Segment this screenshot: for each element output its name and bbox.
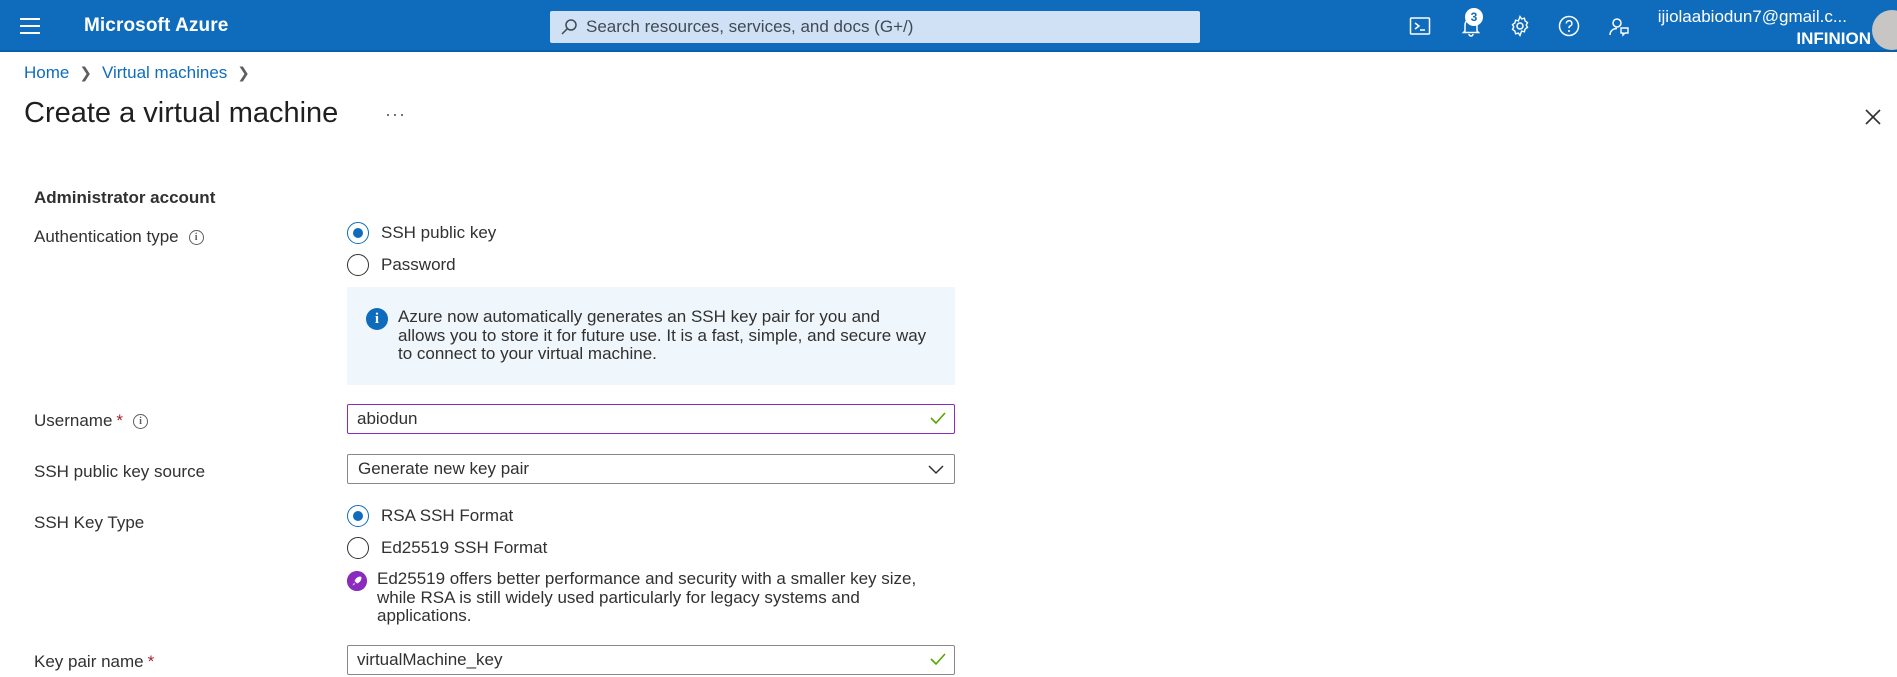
key-pair-name-label: Key pair name * <box>34 652 154 672</box>
close-icon[interactable] <box>1862 106 1884 128</box>
radio-selected-icon <box>347 222 369 244</box>
info-icon[interactable]: i <box>188 229 204 245</box>
key-pair-name-input[interactable] <box>357 646 917 673</box>
radio-password[interactable]: Password <box>347 254 456 276</box>
account-email[interactable]: ijiolaabiodun7@gmail.c... <box>1658 7 1847 27</box>
valid-check-icon <box>930 653 946 666</box>
radio-label: SSH public key <box>381 223 497 242</box>
label-text: SSH public key source <box>34 462 206 481</box>
username-field[interactable] <box>347 404 955 434</box>
feedback-icon[interactable] <box>1607 14 1631 38</box>
username-label: Username * i <box>34 411 149 431</box>
label-text: Key pair name <box>34 652 144 671</box>
radio-ed25519-ssh-format[interactable]: Ed25519 SSH Format <box>347 537 547 559</box>
radio-selected-icon <box>347 505 369 527</box>
breadcrumb: Home ❯ Virtual machines ❯ <box>24 63 260 83</box>
info-text: Azure now automatically generates an SSH… <box>398 307 927 363</box>
chevron-right-icon: ❯ <box>237 65 250 82</box>
radio-unselected-icon <box>347 537 369 559</box>
radio-unselected-icon <box>347 254 369 276</box>
search-icon <box>561 19 577 35</box>
radio-label: RSA SSH Format <box>381 506 514 525</box>
page-title: Create a virtual machine <box>24 97 339 129</box>
search-input[interactable] <box>586 11 1186 43</box>
cloud-shell-icon[interactable] <box>1408 14 1432 38</box>
radio-ssh-public-key[interactable]: SSH public key <box>347 222 496 244</box>
valid-check-icon <box>930 412 946 425</box>
dropdown-value: Generate new key pair <box>358 459 530 478</box>
radio-label: Password <box>381 255 456 274</box>
top-bar: Microsoft Azure 3 ijiolaabiodun7@gmail.c… <box>0 0 1897 52</box>
label-text: SSH Key Type <box>34 513 145 532</box>
required-marker: * <box>116 411 124 430</box>
chevron-right-icon: ❯ <box>79 65 92 82</box>
label-text: Username <box>34 411 113 430</box>
settings-icon[interactable] <box>1508 14 1532 38</box>
key-pair-name-field[interactable] <box>347 645 955 675</box>
help-icon[interactable] <box>1557 14 1581 38</box>
ssh-key-type-label: SSH Key Type <box>34 513 144 533</box>
note-text: Ed25519 offers better performance and se… <box>377 569 917 625</box>
chevron-down-icon <box>928 465 944 475</box>
ssh-info-banner: i Azure now automatically generates an S… <box>347 287 955 385</box>
avatar[interactable] <box>1872 10 1897 50</box>
more-options-button[interactable]: ··· <box>385 104 406 125</box>
radio-rsa-ssh-format[interactable]: RSA SSH Format <box>347 505 513 527</box>
breadcrumb-home[interactable]: Home <box>24 63 69 83</box>
label-text: Authentication type <box>34 227 179 246</box>
required-marker: * <box>147 652 155 671</box>
info-icon[interactable]: i <box>133 413 149 429</box>
authentication-type-label: Authentication type i <box>34 227 204 247</box>
ssh-key-source-label: SSH public key source <box>34 462 205 482</box>
account-org[interactable]: INFINION <box>1796 29 1871 49</box>
brand-title[interactable]: Microsoft Azure <box>84 15 228 37</box>
ssh-key-source-dropdown[interactable]: Generate new key pair <box>347 454 955 484</box>
info-icon: i <box>366 308 388 330</box>
radio-label: Ed25519 SSH Format <box>381 538 548 557</box>
breadcrumb-virtual-machines[interactable]: Virtual machines <box>102 63 227 83</box>
global-search[interactable] <box>550 11 1200 43</box>
section-title: Administrator account <box>34 188 216 207</box>
menu-icon[interactable] <box>20 18 40 34</box>
notification-badge: 3 <box>1465 8 1483 26</box>
rocket-icon <box>347 571 367 591</box>
username-input[interactable] <box>357 405 917 432</box>
